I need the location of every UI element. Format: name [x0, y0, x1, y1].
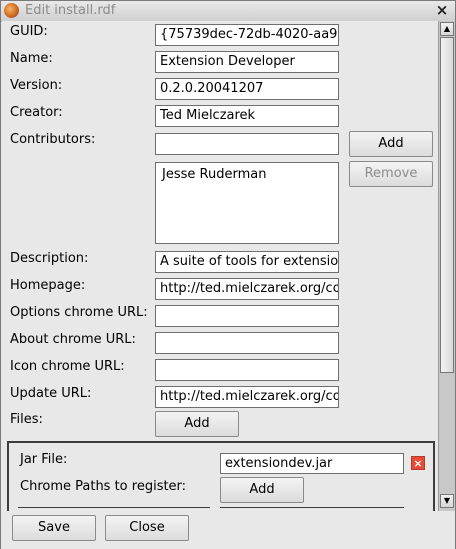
scroll-thumb[interactable] [440, 37, 454, 373]
options-url-label: Options chrome URL: [10, 305, 148, 320]
description-label: Description: [10, 251, 89, 266]
jar-file-panel: Jar File: extensiondev.jar × Chrome Path… [7, 441, 435, 511]
name-field[interactable]: Extension Developer [155, 51, 339, 73]
firefox-icon [4, 3, 19, 18]
homepage-field[interactable]: http://ted.mielczarek.org/coc [155, 278, 339, 300]
name-label: Name: [10, 51, 53, 66]
window-title: Edit install.rdf [25, 3, 116, 18]
add-file-button[interactable]: Add [155, 411, 239, 437]
icon-url-label: Icon chrome URL: [10, 359, 125, 374]
list-item[interactable]: Jesse Ruderman [162, 167, 266, 182]
creator-field[interactable]: Ted Mielczarek [155, 105, 339, 127]
homepage-label: Homepage: [10, 278, 86, 293]
scroll-down-icon[interactable]: ▼ [440, 494, 454, 508]
remove-jar-icon[interactable]: × [411, 456, 425, 470]
update-url-field[interactable]: http://ted.mielczarek.org/coc [155, 386, 339, 408]
version-label: Version: [10, 78, 63, 93]
options-url-field[interactable] [155, 305, 339, 327]
form-scroll-area: GUID: {75739dec-72db-4020-aa9a Name: Ext… [2, 21, 438, 511]
vertical-scrollbar[interactable]: ▲ ▼ [438, 21, 455, 511]
close-button[interactable]: Close [105, 515, 189, 541]
about-url-field[interactable] [155, 332, 339, 354]
icon-url-field[interactable] [155, 359, 339, 381]
files-label: Files: [10, 412, 43, 427]
dialog-footer: Save Close [1, 511, 455, 549]
contributors-list[interactable]: Jesse Ruderman [155, 162, 339, 244]
about-url-label: About chrome URL: [10, 332, 136, 347]
save-button[interactable]: Save [12, 515, 96, 541]
description-field[interactable]: A suite of tools for extension [155, 251, 339, 273]
add-contributor-button[interactable]: Add [349, 131, 433, 157]
guid-field[interactable]: {75739dec-72db-4020-aa9a [155, 24, 339, 46]
divider [220, 507, 404, 508]
guid-label: GUID: [10, 24, 48, 39]
update-url-label: Update URL: [10, 386, 92, 401]
jar-file-label: Jar File: [20, 452, 68, 467]
creator-label: Creator: [10, 105, 63, 120]
window-close-button[interactable]: × [434, 3, 450, 19]
scroll-up-icon[interactable]: ▲ [440, 22, 454, 36]
add-chrome-path-button[interactable]: Add [220, 477, 304, 503]
version-field[interactable]: 0.2.0.20041207 [155, 78, 339, 100]
edit-install-rdf-window: Edit install.rdf × GUID: {75739dec-72db-… [0, 0, 456, 549]
chrome-paths-label: Chrome Paths to register: [20, 479, 187, 494]
remove-contributor-button[interactable]: Remove [349, 161, 433, 187]
divider [18, 507, 210, 508]
contributor-input[interactable] [155, 133, 339, 155]
jar-file-field[interactable]: extensiondev.jar [220, 453, 404, 474]
contributors-label: Contributors: [10, 132, 96, 147]
title-bar: Edit install.rdf × [1, 1, 455, 22]
